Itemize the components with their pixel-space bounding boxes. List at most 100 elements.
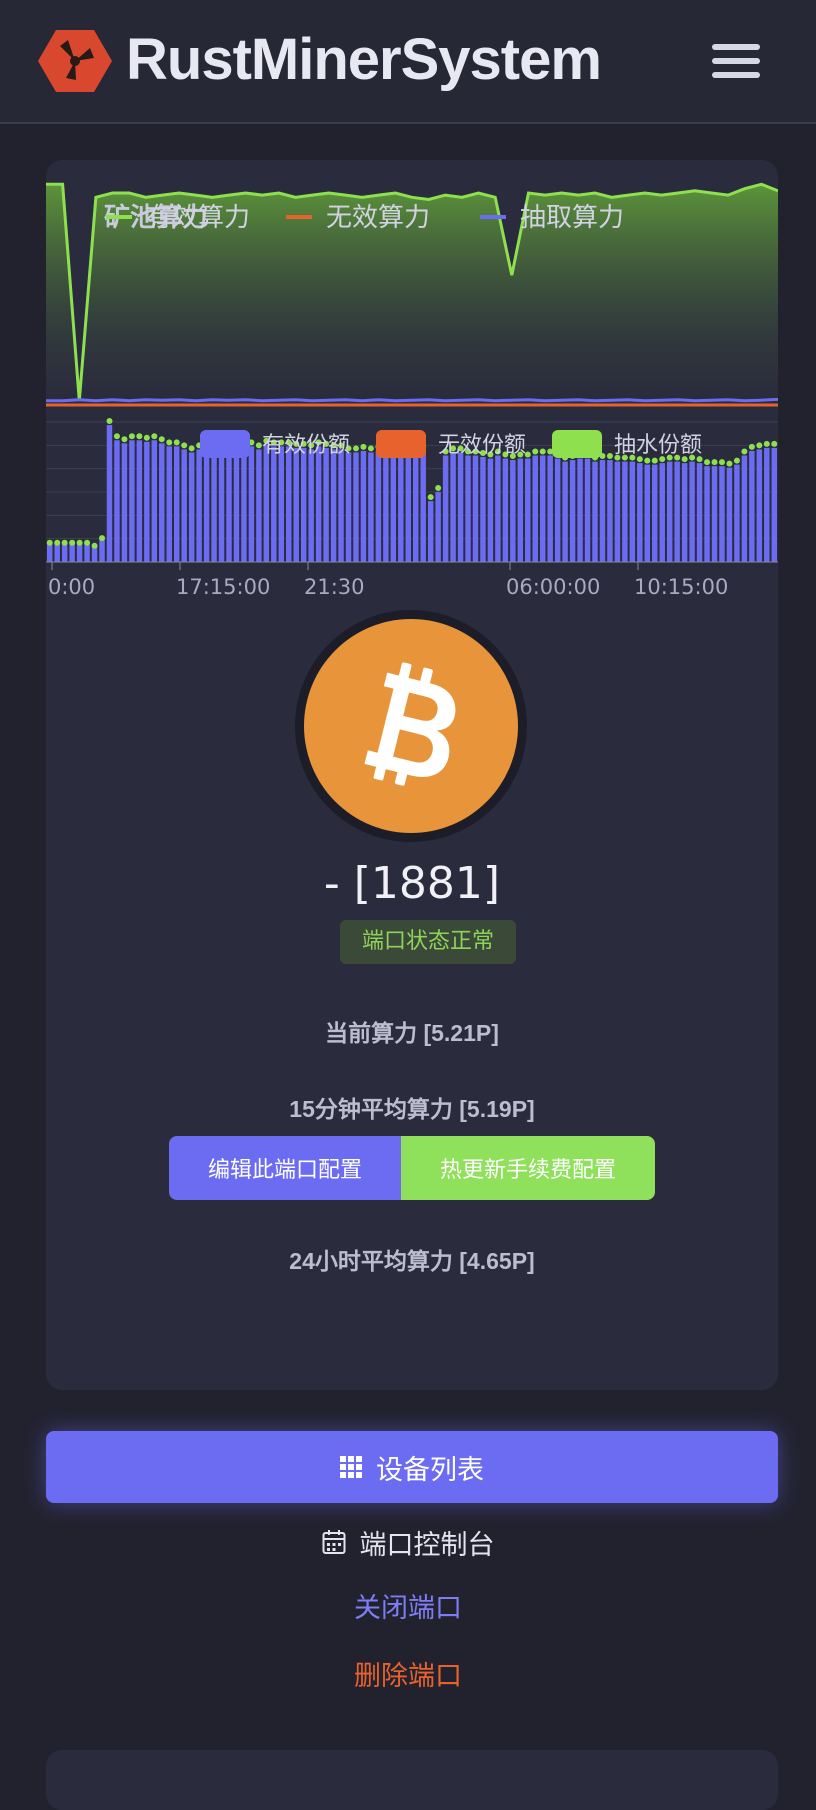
bar: [577, 458, 583, 562]
fee-share-dot: [367, 445, 374, 452]
bar: [233, 447, 240, 562]
bar: [218, 447, 225, 562]
fee-share-dot: [166, 439, 173, 446]
bar: [144, 441, 150, 562]
port-console-link[interactable]: 端口控制台: [0, 1520, 816, 1564]
fee-share-dot: [718, 459, 725, 466]
fee-share-dot: [704, 459, 711, 466]
bar: [659, 463, 665, 562]
fee-share-dot: [181, 442, 188, 449]
status-badge: 端口状态正常: [340, 920, 516, 964]
bitcoin-glyph: [364, 662, 456, 786]
bar: [532, 455, 538, 562]
bar: [368, 452, 374, 562]
bar: [211, 447, 217, 562]
bar: [420, 450, 426, 562]
bar: [226, 449, 232, 562]
x-tick-label: 06:00:00: [506, 575, 600, 599]
legend-swatch: [552, 430, 602, 458]
legend-label: 抽取算力: [520, 203, 624, 233]
fee-share-dot: [748, 443, 755, 450]
fee-share-dot: [54, 539, 61, 546]
bar: [502, 458, 509, 562]
bar: [181, 449, 187, 562]
legend-swatch: [200, 430, 250, 458]
fee-share-dot: [255, 442, 262, 449]
bar: [756, 449, 763, 562]
bar: [323, 447, 329, 562]
bar: [442, 455, 449, 562]
close-port-link[interactable]: 关闭端口: [0, 1586, 816, 1625]
bar: [465, 455, 471, 562]
hexagon-radiation-logo[interactable]: [38, 28, 112, 94]
port-charts: 矿池算力有效算力 无效算力 抽取算力 有效份额 无效份额 抽水份额 0:00 17:15:…: [46, 182, 778, 599]
legend-label: 无效份额: [438, 433, 526, 458]
fee-share-dot: [539, 448, 546, 455]
bar: [495, 455, 501, 562]
bar: [681, 463, 688, 562]
hashrate-15min: 15分钟平均算力 [5.19P]: [289, 1096, 535, 1122]
bar: [241, 446, 247, 562]
hot-update-fee-button[interactable]: 热更新手续费配置: [401, 1136, 655, 1200]
legend-label: 有效份额: [262, 433, 350, 458]
bar: [569, 460, 576, 562]
fee-share-dot: [158, 436, 165, 443]
bar: [271, 446, 277, 562]
fee-share-dot: [763, 440, 770, 447]
device-list-button[interactable]: 设备列表: [46, 1431, 778, 1503]
fee-share-dot: [711, 459, 718, 466]
fee-share-dot: [84, 539, 91, 546]
next-card: [46, 1750, 778, 1810]
fee-share-dot: [46, 539, 53, 546]
edit-port-config-button[interactable]: 编辑此端口配置: [169, 1136, 401, 1200]
bar: [136, 440, 143, 562]
bar: [607, 460, 613, 562]
port-card: 矿池算力 有效算力 无效算力 抽取算力 有效份额 无效份额 抽水份额 0:00 17:15:…: [46, 160, 778, 1390]
hamburger-menu-icon[interactable]: [712, 44, 760, 80]
current-hashrate: 当前算力 [5.21P]: [325, 1020, 499, 1046]
bar: [413, 450, 419, 562]
fee-share-dot: [61, 539, 68, 546]
series-line-2: [46, 397, 778, 403]
bar: [652, 464, 658, 562]
bar: [480, 457, 486, 562]
fee-share-dot: [151, 433, 158, 440]
bar: [84, 543, 90, 562]
bar: [121, 443, 128, 562]
app-title: RustMinerSystem: [126, 27, 602, 92]
bar: [666, 461, 673, 562]
fee-share-dot: [360, 443, 367, 450]
bar: [99, 539, 105, 562]
bar: [435, 492, 441, 562]
fee-share-dot: [128, 433, 135, 440]
legend-label: 抽水份额: [614, 433, 702, 458]
bar: [584, 458, 591, 562]
bar: [293, 447, 299, 562]
fee-share-dot: [651, 457, 658, 464]
legend-label: 有效算力: [146, 203, 250, 233]
fee-share-dot: [106, 418, 113, 425]
bar: [248, 446, 255, 562]
x-tick-label: 21:30: [304, 575, 365, 599]
fee-share-dot: [121, 436, 128, 443]
bar: [405, 449, 411, 562]
bar: [427, 501, 434, 562]
bar: [375, 450, 382, 562]
bar: [390, 452, 397, 562]
bar: [674, 461, 680, 562]
config-button-group: 编辑此端口配置 热更新手续费配置: [169, 1136, 655, 1200]
fee-share-dot: [741, 448, 748, 455]
delete-port-link[interactable]: 删除端口: [0, 1654, 816, 1693]
bar: [749, 450, 755, 562]
bar: [61, 543, 68, 562]
bar: [734, 464, 740, 562]
bitcoin-icon: [304, 619, 518, 833]
bar: [203, 449, 210, 562]
bar: [188, 452, 195, 562]
port-title: - [1881]: [323, 858, 501, 909]
fee-share-dot: [771, 440, 778, 447]
fee-share-dot: [733, 457, 740, 464]
fee-share-dot: [435, 485, 442, 491]
bar: [644, 464, 651, 562]
menu-bar: [712, 44, 760, 50]
